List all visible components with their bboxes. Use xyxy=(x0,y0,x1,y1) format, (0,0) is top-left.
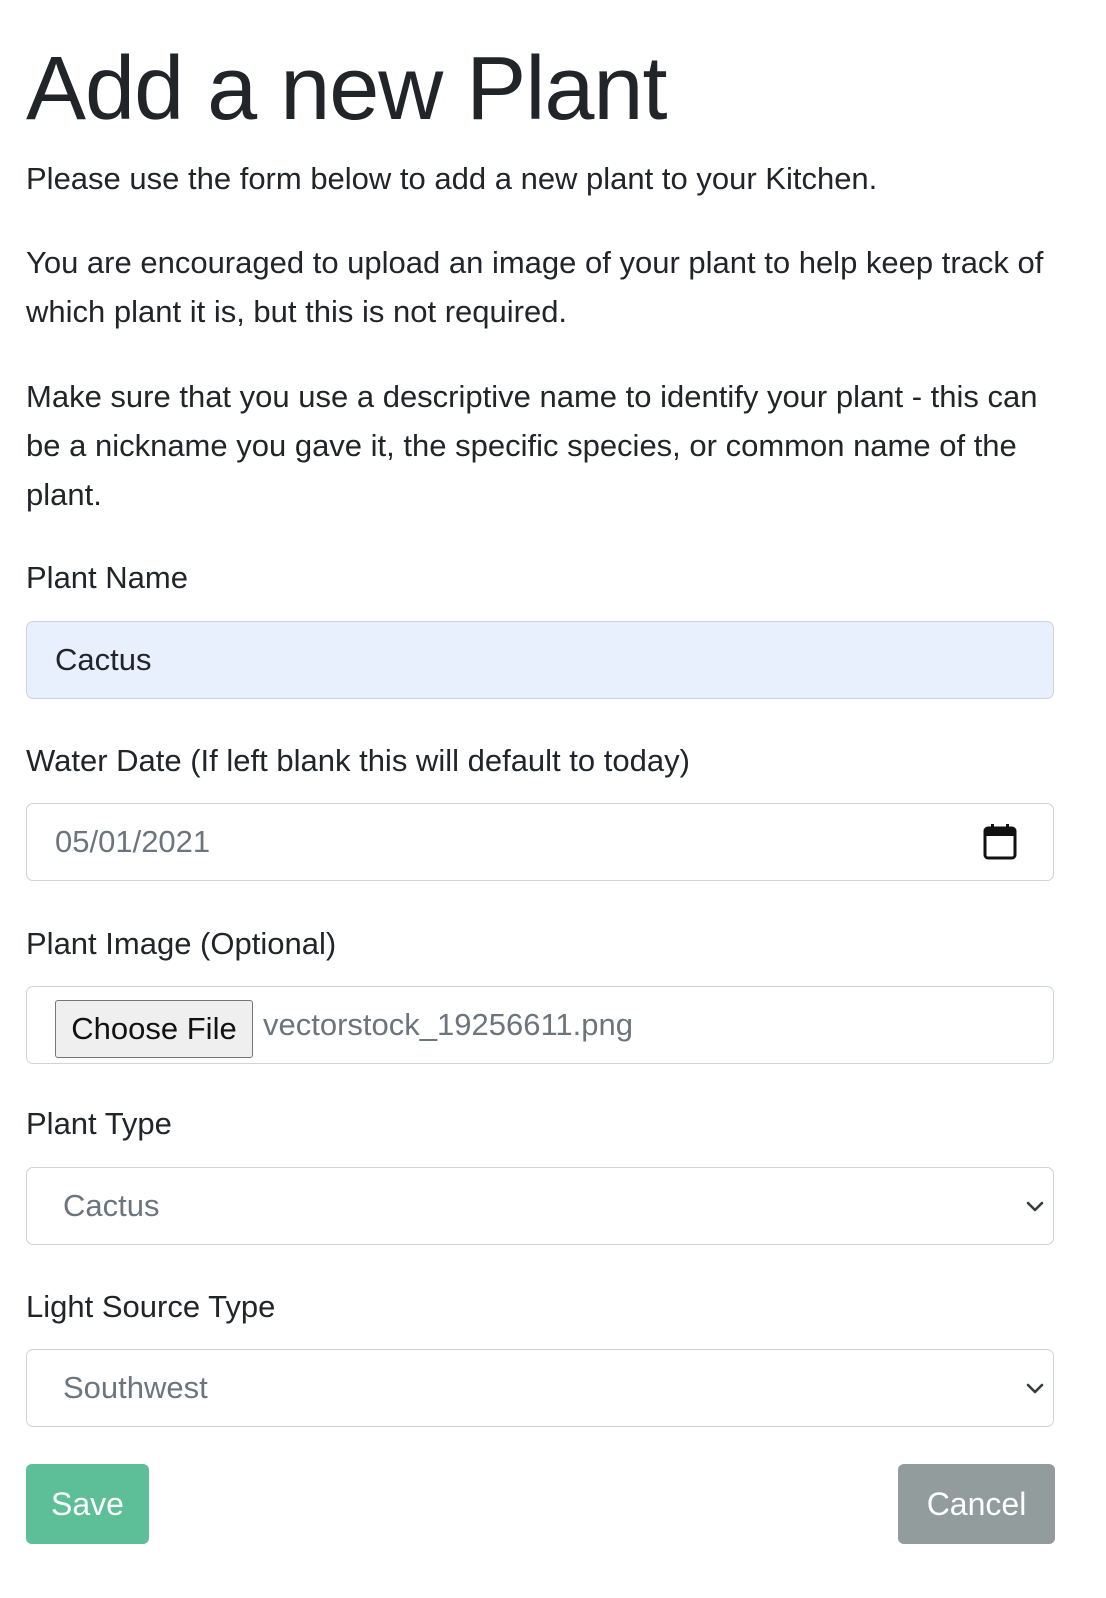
water-date-label: Water Date (If left blank this will defa… xyxy=(26,743,690,778)
plant-name-label: Plant Name xyxy=(26,560,188,595)
image-note-text: You are encouraged to upload an image of… xyxy=(26,245,1044,329)
choose-file-button[interactable]: Choose File xyxy=(55,1000,253,1058)
cancel-button[interactable]: Cancel xyxy=(898,1464,1055,1544)
plant-name-input[interactable]: Cactus xyxy=(26,621,1054,699)
plant-type-label: Plant Type xyxy=(26,1106,172,1141)
intro-text: Please use the form below to add a new p… xyxy=(26,161,878,196)
selected-file-name: vectorstock_19256611.png xyxy=(263,1007,633,1042)
name-note-text: Make sure that you use a descriptive nam… xyxy=(26,379,1038,512)
water-date-input[interactable]: 05/01/2021 xyxy=(26,803,1054,881)
plant-image-input: Choose File vectorstock_19256611.png xyxy=(26,986,1054,1064)
light-source-selected: Southwest xyxy=(63,1370,208,1405)
plant-type-select[interactable]: Cactus xyxy=(26,1167,1054,1245)
plant-image-label: Plant Image (Optional) xyxy=(26,926,337,961)
plant-type-selected: Cactus xyxy=(63,1188,160,1223)
save-button[interactable]: Save xyxy=(26,1464,149,1544)
chevron-down-icon xyxy=(1026,1201,1044,1212)
light-source-select[interactable]: Southwest xyxy=(26,1349,1054,1427)
water-date-value: 05/01/2021 xyxy=(55,824,211,859)
light-source-label: Light Source Type xyxy=(26,1289,276,1324)
chevron-down-icon xyxy=(1026,1383,1044,1394)
page-title: Add a new Plant xyxy=(26,39,667,139)
calendar-icon[interactable] xyxy=(983,824,1017,860)
plant-name-value: Cactus xyxy=(55,642,152,677)
